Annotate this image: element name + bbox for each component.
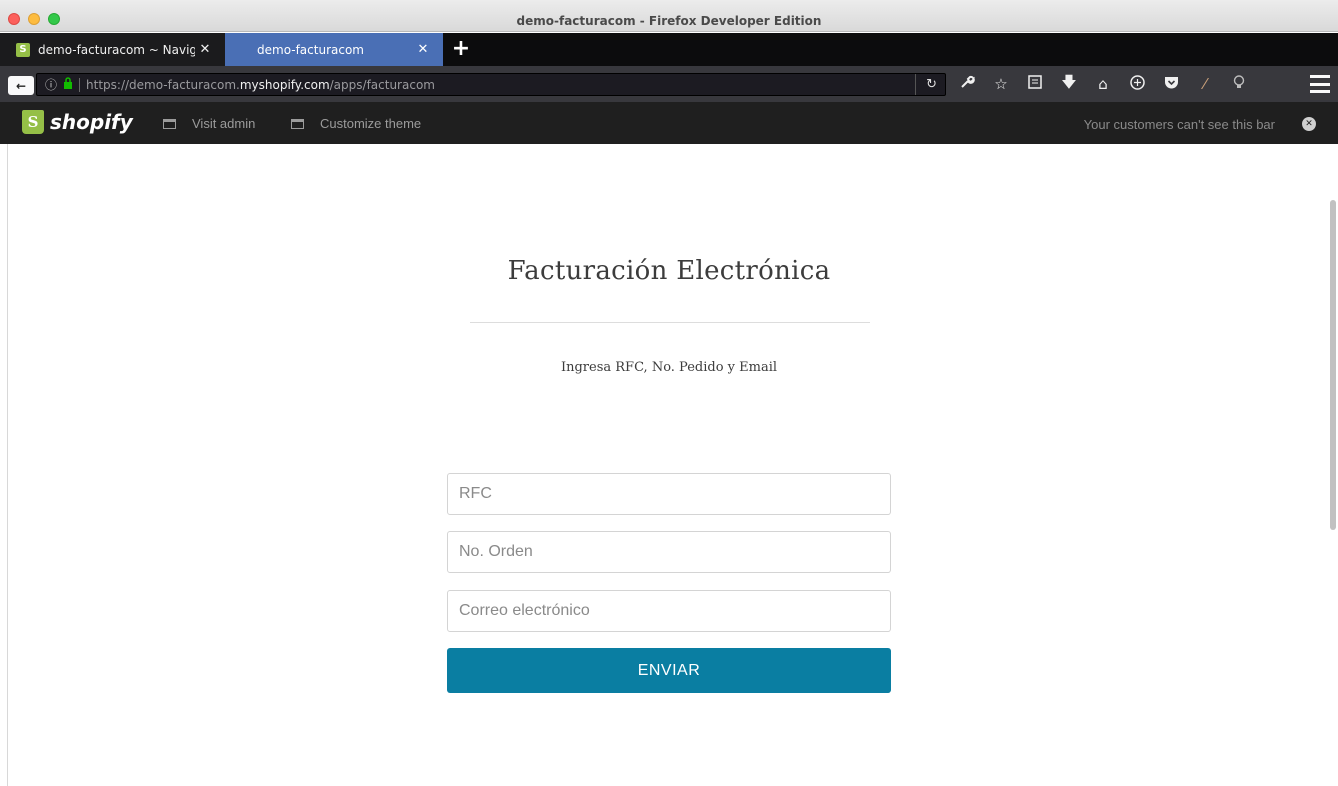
page-title: Facturación Electrónica [507, 256, 831, 286]
visit-admin-link[interactable]: Visit admin [163, 116, 255, 131]
toolbar-icons: ☆ 🡇 ⌂ ⁄ [950, 66, 1256, 102]
new-tab-button[interactable]: + [448, 35, 474, 63]
reader-icon[interactable] [1018, 75, 1052, 93]
page-content: Facturación Electrónica Ingresa RFC, No.… [0, 144, 1338, 786]
preview-notice: Your customers can't see this bar [1083, 117, 1275, 132]
url-text[interactable]: https://demo-facturacom.myshopify.com/ap… [86, 78, 435, 92]
order-number-input[interactable] [447, 531, 891, 573]
shopify-bag-icon: S [16, 42, 30, 57]
email-input[interactable] [447, 590, 891, 632]
customize-theme-label: Customize theme [320, 116, 422, 131]
close-bar-icon[interactable]: ✕ [1302, 117, 1316, 131]
tab-navigation[interactable]: S demo-facturacom ~ Navig... ✕ [0, 33, 225, 66]
info-icon[interactable]: ⓘ [45, 76, 57, 93]
page-edge [7, 144, 8, 786]
home-icon[interactable]: ⌂ [1086, 75, 1120, 93]
title-divider [470, 322, 870, 323]
shopify-preview-bar: S shopify Visit admin Customize theme Yo… [0, 102, 1338, 144]
customize-theme-link[interactable]: Customize theme [291, 116, 421, 131]
rfc-input[interactable] [447, 473, 891, 515]
window-icon [291, 118, 304, 129]
scrollbar-track[interactable] [1328, 144, 1338, 786]
pocket-icon[interactable] [1154, 75, 1188, 93]
wrench-icon[interactable] [950, 74, 984, 94]
url-bar[interactable]: ⓘ https://demo-facturacom.myshopify.com/… [36, 73, 946, 96]
submit-button[interactable]: ENVIAR [447, 648, 891, 693]
bulb-icon[interactable] [1222, 74, 1256, 94]
back-button[interactable]: ← [8, 76, 34, 95]
page-subtitle: Ingresa RFC, No. Pedido y Email [560, 360, 778, 375]
url-separator [79, 77, 81, 92]
window-title: demo-facturacom - Firefox Developer Edit… [516, 14, 822, 28]
shopify-wordmark: shopify [50, 110, 133, 134]
reload-button[interactable]: ↻ [915, 74, 937, 95]
download-icon[interactable]: 🡇 [1052, 72, 1086, 97]
window-titlebar: demo-facturacom - Firefox Developer Edit… [0, 0, 1338, 32]
scrollbar-thumb[interactable] [1330, 200, 1336, 530]
tab-close-icon[interactable]: ✕ [413, 42, 433, 57]
visit-admin-label: Visit admin [192, 116, 256, 131]
tab-active[interactable]: demo-facturacom ✕ [225, 33, 443, 66]
feather-icon[interactable]: ⁄ [1188, 75, 1222, 93]
navigation-toolbar: ← ⓘ https://demo-facturacom.myshopify.co… [0, 66, 1338, 102]
menu-icon[interactable] [1310, 75, 1330, 93]
extension-icon[interactable] [1120, 74, 1154, 94]
tab-strip: S demo-facturacom ~ Navig... ✕ demo-fact… [0, 33, 1338, 66]
star-icon[interactable]: ☆ [984, 75, 1018, 93]
window-icon [163, 118, 176, 129]
tab-label: demo-facturacom ~ Navig... [38, 42, 195, 57]
tab-close-icon[interactable]: ✕ [195, 42, 215, 57]
shopify-bag-icon: S [22, 110, 44, 134]
tab-label: demo-facturacom [257, 42, 364, 57]
shopify-logo[interactable]: S shopify [22, 110, 133, 134]
lock-icon [63, 77, 73, 92]
